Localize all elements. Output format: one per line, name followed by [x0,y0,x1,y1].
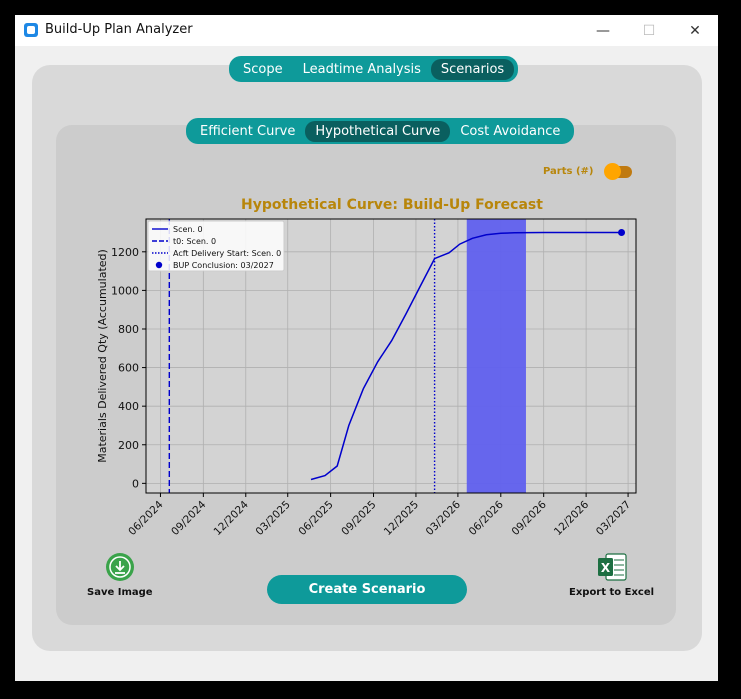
x-tick-label: 06/2025 [296,499,335,537]
title-bar: Build-Up Plan Analyzer — ☐ ✕ [15,15,718,46]
chart-title: Hypothetical Curve: Build-Up Forecast [241,197,543,213]
x-tick-label: 12/2025 [382,499,421,537]
x-tick-label: 12/2024 [212,498,252,537]
excel-icon: X [597,553,627,581]
y-tick-label: 0 [132,477,139,490]
x-tick-label: 12/2026 [552,498,592,537]
build-up-chart: Hypothetical Curve: Build-Up Forecast 0 2… [96,197,637,537]
app-icon [24,23,38,37]
y-tick-label: 200 [118,439,139,452]
sub-tab-bar: Efficient Curve Hypothetical Curve Cost … [186,118,575,144]
shaded-band [466,219,526,493]
y-axis-ticks: 0 200 400 600 800 1000 1200 [111,246,146,490]
save-image-label: Save Image [87,587,153,598]
close-button[interactable]: ✕ [672,15,718,46]
save-image-button[interactable]: Save Image [87,552,153,598]
tab-cost-avoidance[interactable]: Cost Avoidance [450,121,570,142]
create-scenario-button[interactable]: Create Scenario [267,575,467,604]
x-tick-label: 09/2025 [339,499,378,537]
x-tick-label: 03/2025 [254,499,293,537]
main-tab-bar: Scope Leadtime Analysis Scenarios [229,56,519,82]
toggle-knob [604,163,621,180]
conclusion-marker [618,229,626,237]
y-axis-label: Materials Delivered Qty (Accumulated) [96,249,109,463]
window-title: Build-Up Plan Analyzer [45,22,193,37]
y-tick-label: 800 [118,323,139,336]
tab-scenarios[interactable]: Scenarios [430,58,515,80]
chart-legend: Scen. 0 t0: Scen. 0 Acft Delivery Start: S… [147,220,285,272]
legend-marker [155,261,163,269]
chart-markers [618,229,626,237]
app-window: Build-Up Plan Analyzer — ☐ ✕ Scope Leadt… [15,15,718,681]
y-tick-label: 400 [118,400,139,413]
minimize-button[interactable]: — [580,15,626,46]
legend-label: t0: Scen. 0 [173,237,216,246]
x-tick-label: 09/2024 [169,498,209,537]
x-tick-label: 06/2024 [126,498,166,537]
legend-label: Acft Delivery Start: Scen. 0 [173,249,281,258]
x-tick-label: 03/2027 [594,499,633,537]
x-tick-label: 06/2026 [467,498,507,537]
export-excel-label: Export to Excel [569,587,655,598]
parts-toggle[interactable] [604,163,632,180]
x-tick-label: 03/2026 [424,498,464,537]
x-axis-ticks: 06/2024 09/2024 12/2024 03/2025 06/2025 09/20… [126,493,633,537]
screenshot-frame: Build-Up Plan Analyzer — ☐ ✕ Scope Leadt… [0,0,741,699]
export-excel-button[interactable]: X Export to Excel [569,552,654,598]
y-tick-label: 1000 [111,284,139,297]
y-tick-label: 600 [118,362,139,375]
x-tick-label: 09/2026 [509,498,549,537]
tab-efficient-curve[interactable]: Efficient Curve [190,121,305,142]
tab-hypothetical-curve[interactable]: Hypothetical Curve [305,120,451,142]
download-icon [105,553,134,581]
tab-leadtime-analysis[interactable]: Leadtime Analysis [293,59,431,80]
legend-label: Scen. 0 [173,225,203,234]
svg-text:X: X [600,561,610,575]
legend-label: BUP Conclusion: 03/2027 [173,261,274,270]
tab-scope[interactable]: Scope [233,59,293,80]
maximize-button[interactable]: ☐ [626,15,672,46]
y-tick-label: 1200 [111,246,139,259]
parts-toggle-label: Parts (#) [543,166,594,177]
